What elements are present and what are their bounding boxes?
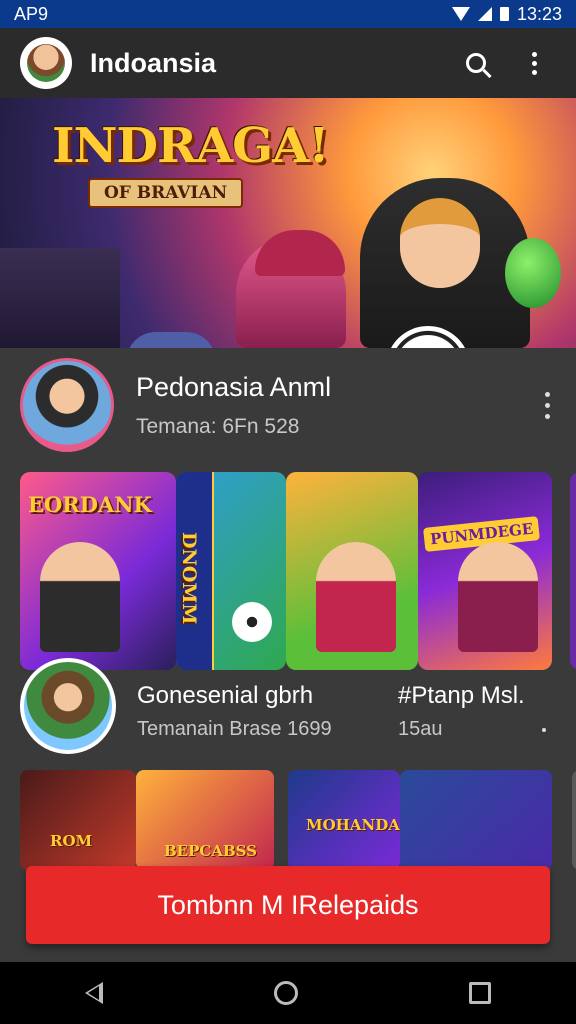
row-item-title[interactable]: Gonesenial gbrh — [137, 682, 313, 710]
game-card[interactable]: PUNMDEGE — [418, 472, 552, 670]
thumbnail-logo: ROM — [50, 832, 93, 850]
more-vert-icon — [531, 51, 537, 75]
green-egg-icon — [505, 238, 561, 308]
hero-robot-character — [126, 332, 216, 348]
hero-banner[interactable]: INDRAGA! OF BRAVIAN — [0, 98, 576, 348]
game-thumbnail[interactable]: BEPCABSS — [136, 770, 274, 870]
row-item-subtitle: Temanain Brase 1699 — [137, 718, 332, 740]
game-card[interactable]: DNOMM — [176, 472, 286, 670]
thumbnail-logo: MOHANDA — [306, 816, 400, 834]
more-options-button[interactable] — [512, 41, 556, 85]
game-card-character — [458, 542, 538, 652]
game-thumbnail[interactable]: ROM — [20, 770, 136, 870]
status-bar-icons: 13:23 — [451, 3, 562, 25]
hero-title: INDRAGA! — [52, 118, 329, 174]
featured-avatar — [20, 358, 114, 452]
search-icon — [466, 53, 486, 73]
hero-witch-hat — [255, 230, 345, 276]
game-cards-carousel: EORDANK DNOMM PUNMDEGE — [20, 472, 576, 672]
row-item-title[interactable]: #Ptanp Msl. — [398, 682, 525, 710]
home-icon[interactable] — [273, 981, 298, 1005]
wifi-icon — [451, 7, 470, 21]
game-card[interactable]: EORDANK — [20, 472, 176, 670]
game-thumbnail[interactable] — [400, 770, 552, 870]
featured-item[interactable]: Pedonasia Anml Temana: 6Fn 528 — [0, 350, 576, 460]
game-card-logo: DNOMM — [178, 532, 200, 625]
featured-subtitle: Temana: 6Fn 528 — [136, 414, 300, 438]
game-thumbnail-peek[interactable] — [572, 770, 576, 870]
hero-main-character-head — [400, 198, 480, 288]
game-card[interactable] — [286, 472, 418, 670]
row-item-subtitle: 15au — [398, 718, 443, 740]
row-avatar[interactable] — [20, 658, 116, 754]
soccer-ball-icon — [232, 602, 272, 642]
search-button[interactable] — [454, 41, 498, 85]
featured-title: Pedonasia Anml — [136, 371, 332, 402]
more-vert-icon[interactable] — [545, 391, 550, 419]
back-icon[interactable] — [85, 982, 104, 1004]
game-thumbnail[interactable]: MOHANDA — [288, 770, 400, 870]
status-bar-carrier: AP9 — [14, 3, 49, 24]
primary-action-button[interactable]: Tombnn M IRelepaids — [26, 866, 550, 944]
game-card-character — [40, 542, 120, 652]
avatar-face-icon — [27, 44, 65, 82]
game-card-peek[interactable] — [570, 472, 576, 670]
app-bar: Indoansia — [0, 28, 576, 98]
dot-icon — [542, 728, 546, 732]
profile-avatar[interactable] — [20, 37, 72, 89]
hero-subtitle: OF BRAVIAN — [88, 178, 244, 208]
featured-text: Pedonasia Anml Temana: 6Fn 528 — [136, 372, 545, 439]
battery-icon — [499, 7, 509, 21]
signal-icon — [477, 7, 492, 21]
secondary-row: Gonesenial gbrh Temanain Brase 1699 #Pta… — [0, 650, 576, 760]
app-title: Indoansia — [90, 47, 217, 78]
game-card-character — [316, 542, 396, 652]
system-nav-bar — [0, 962, 576, 1024]
game-card-logo: EORDANK — [28, 492, 152, 517]
thumbnail-logo: BEPCABSS — [164, 842, 257, 860]
status-bar-time: 13:23 — [516, 3, 562, 24]
recent-apps-icon[interactable] — [468, 982, 491, 1004]
status-bar: AP9 13:23 — [0, 0, 576, 28]
thumbnail-row: ROM BEPCABSS MOHANDA — [20, 770, 576, 870]
hero-city-backdrop — [0, 248, 120, 348]
